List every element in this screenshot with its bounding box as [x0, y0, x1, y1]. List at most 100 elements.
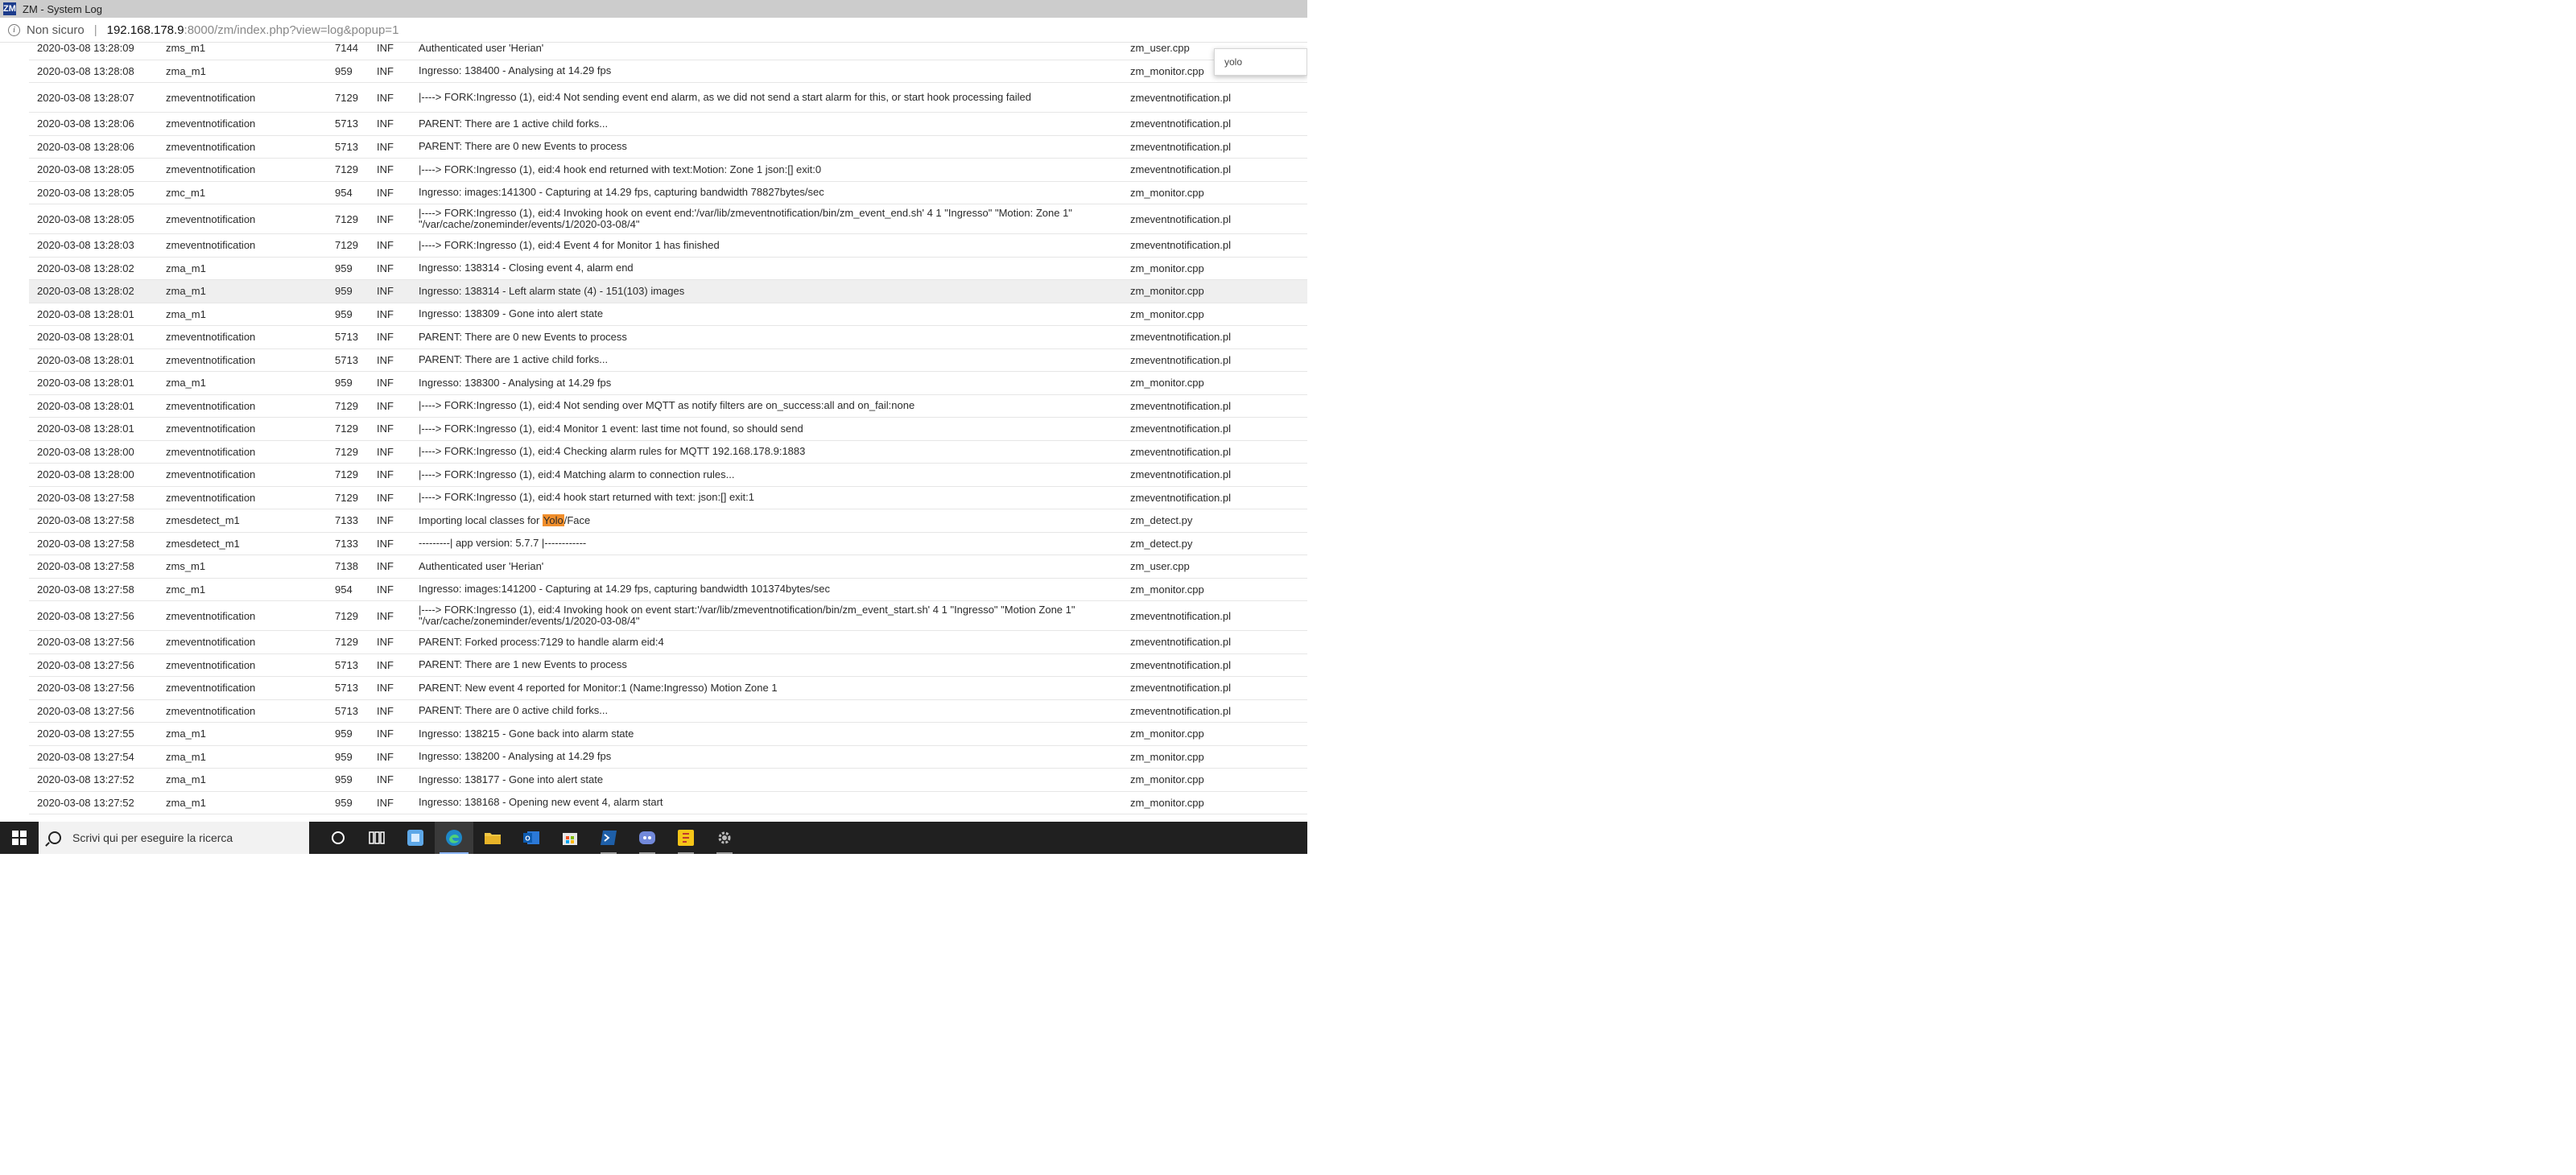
log-level: INF: [377, 750, 394, 763]
log-message: |----> FORK:Ingresso (1), eid:4 Invoking…: [419, 604, 1075, 627]
log-row[interactable]: 2020-03-08 13:28:00 zmeventnotification 71…: [29, 464, 1307, 487]
edge-browser-icon: [446, 830, 462, 846]
task-view-button[interactable]: [357, 822, 396, 854]
log-row[interactable]: 2020-03-08 13:27:58 zmeventnotification 71…: [29, 487, 1307, 509]
log-component: zms_m1: [166, 42, 206, 55]
log-row[interactable]: 2020-03-08 13:28:03 zmeventnotification 71…: [29, 234, 1307, 258]
log-pid: 7129: [335, 239, 358, 252]
log-row[interactable]: 2020-03-08 13:27:52zma_m1959INFIngresso:…: [29, 769, 1307, 792]
log-component: zmeventnotification: [166, 140, 256, 153]
open-app-indicator: [678, 852, 694, 854]
windows-start-button[interactable]: [0, 822, 39, 854]
log-row[interactable]: 2020-03-08 13:28:06 zmeventnotification 57…: [29, 113, 1307, 136]
log-row[interactable]: 2020-03-08 13:28:01 zmeventnotification 71…: [29, 418, 1307, 441]
log-row[interactable]: 2020-03-08 13:27:56 zmeventnotification 71…: [29, 631, 1307, 654]
log-row[interactable]: 2020-03-08 13:27:58 zmesdetect_m1 7133 INF -…: [29, 533, 1307, 555]
taskbar-file-explorer[interactable]: [473, 822, 512, 854]
log-level: INF: [377, 609, 394, 622]
log-date: 2020-03-08 13:28:09: [37, 42, 134, 55]
windows-start-icon: [12, 831, 27, 845]
log-row[interactable]: 2020-03-08 13:27:54 zma_m1 959 INF Ingresso:…: [29, 746, 1307, 769]
log-message: Importing local classes for Yolo/Face: [419, 513, 1119, 526]
log-row[interactable]: 2020-03-08 13:28:01 zmeventnotification 71…: [29, 395, 1307, 418]
log-row[interactable]: 2020-03-08 13:27:52zma_m1959INFIngresso:…: [29, 814, 1307, 818]
log-pid: 959: [335, 262, 353, 274]
log-pid: 959: [335, 750, 353, 763]
log-component: zmeventnotification: [166, 609, 256, 622]
taskbar-edge-browser[interactable]: [435, 822, 473, 854]
log-file: zmeventnotification.pl: [1130, 468, 1232, 481]
log-row[interactable]: 2020-03-08 13:28:01 zma_m1 959 INF Ingresso:…: [29, 303, 1307, 326]
log-row[interactable]: 2020-03-08 13:28:02 zma_m1 959 INF Ingresso:…: [29, 280, 1307, 303]
security-status[interactable]: Non sicuro: [27, 23, 85, 37]
taskbar-microsoft-store[interactable]: [551, 822, 589, 854]
log-date: 2020-03-08 13:28:02: [37, 285, 134, 298]
log-row[interactable]: 2020-03-08 13:27:56 zmeventnotification 57…: [29, 654, 1307, 677]
site-info-icon[interactable]: i: [8, 23, 20, 36]
log-pid: 954: [335, 186, 353, 199]
settings-gear-icon: [718, 831, 731, 844]
log-file: zm_monitor.cpp: [1130, 377, 1204, 390]
log-row[interactable]: 2020-03-08 13:28:09 zms_m1 7144 INF Authenti…: [29, 37, 1307, 60]
log-component: zmeventnotification: [166, 423, 256, 435]
search-placeholder[interactable]: Scrivi qui per eseguire la ricerca: [72, 831, 233, 844]
taskbar-settings[interactable]: [705, 822, 744, 854]
log-date: 2020-03-08 13:28:01: [37, 423, 134, 435]
log-date: 2020-03-08 13:28:02: [37, 262, 134, 274]
log-message: PARENT: There are 1 new Events to proces…: [419, 658, 627, 671]
taskbar-notes-app[interactable]: [667, 822, 705, 854]
log-component: zmeventnotification: [166, 353, 256, 366]
url-field[interactable]: 192.168.178.9:8000/zm/index.php?view=log…: [107, 23, 399, 37]
log-file: zmeventnotification.pl: [1130, 140, 1232, 153]
log-level: INF: [377, 514, 394, 527]
log-row[interactable]: 2020-03-08 13:27:52zma_m1959INFIngresso:…: [29, 792, 1307, 814]
log-file: zmeventnotification.pl: [1130, 91, 1232, 104]
log-date: 2020-03-08 13:28:01: [37, 331, 134, 344]
log-row[interactable]: 2020-03-08 13:28:05 zmc_m1 954 INF Ingresso:…: [29, 182, 1307, 204]
log-row[interactable]: 2020-03-08 13:27:56 zmeventnotification 71…: [29, 601, 1307, 631]
log-date: 2020-03-08 13:27:54: [37, 750, 134, 763]
log-row[interactable]: 2020-03-08 13:28:02 zma_m1 959 INF Ingresso:…: [29, 258, 1307, 280]
log-date: 2020-03-08 13:27:52: [37, 796, 134, 809]
log-row[interactable]: 2020-03-08 13:27:56 zmeventnotification 57…: [29, 700, 1307, 723]
log-level: INF: [377, 118, 394, 130]
log-row[interactable]: 2020-03-08 13:27:58 zmc_m1 954 INF Ingresso:…: [29, 579, 1307, 601]
log-row[interactable]: 2020-03-08 13:28:06 zmeventnotification 57…: [29, 136, 1307, 159]
taskbar-powershell[interactable]: [589, 822, 628, 854]
log-component: zmesdetect_m1: [166, 537, 240, 550]
log-level: INF: [377, 491, 394, 504]
log-pid: 7138: [335, 560, 358, 573]
log-row[interactable]: 2020-03-08 13:27:58 zms_m1 7138 INF Authenti…: [29, 555, 1307, 579]
log-file: zmeventnotification.pl: [1130, 118, 1232, 130]
log-file: zm_monitor.cpp: [1130, 307, 1204, 320]
log-message: PARENT: There are 1 active child forks..…: [419, 353, 609, 366]
log-row[interactable]: 2020-03-08 13:28:01 zmeventnotification 57…: [29, 326, 1307, 349]
log-row[interactable]: 2020-03-08 13:28:05 zmeventnotification 71…: [29, 204, 1307, 234]
log-row[interactable]: 2020-03-08 13:28:01 zmeventnotification 57…: [29, 349, 1307, 372]
log-row[interactable]: 2020-03-08 13:28:00 zmeventnotification 71…: [29, 441, 1307, 464]
taskbar-discord[interactable]: [628, 822, 667, 854]
log-row[interactable]: 2020-03-08 13:27:55 zma_m1 959 INF Ingresso:…: [29, 723, 1307, 746]
log-pid: 7129: [335, 468, 358, 481]
taskbar-outlook[interactable]: O: [512, 822, 551, 854]
log-row[interactable]: 2020-03-08 13:27:56 zmeventnotification 57…: [29, 677, 1307, 700]
taskbar-app-store-app[interactable]: [396, 822, 435, 854]
log-pid: 7129: [335, 491, 358, 504]
browser-screen: ZM ZM - System Log i Non sicuro | 192.16…: [0, 0, 1307, 854]
log-date: 2020-03-08 13:28:00: [37, 445, 134, 458]
log-row[interactable]: 2020-03-08 13:28:05 zmeventnotification 71…: [29, 159, 1307, 182]
find-in-page-box[interactable]: yolo: [1214, 48, 1307, 76]
log-row[interactable]: 2020-03-08 13:27:58 zmesdetect_m1 7133 INF I…: [29, 509, 1307, 533]
log-component: zma_m1: [166, 307, 206, 320]
log-row[interactable]: 2020-03-08 13:28:08 zma_m1 959 INF Ingresso:…: [29, 60, 1307, 83]
taskbar-search-box[interactable]: Scrivi qui per eseguire la ricerca: [39, 822, 309, 854]
log-message: PARENT: Forked process:7129 to handle al…: [419, 635, 664, 648]
file-explorer-icon: [485, 833, 501, 844]
log-row[interactable]: 2020-03-08 13:28:07 zmeventnotification 71…: [29, 83, 1307, 113]
log-row[interactable]: 2020-03-08 13:28:01 zma_m1 959 INF Ingresso:…: [29, 372, 1307, 395]
log-level: INF: [377, 399, 394, 412]
log-date: 2020-03-08 13:27:55: [37, 728, 134, 740]
cortana-button[interactable]: [319, 822, 357, 854]
find-query[interactable]: yolo: [1224, 56, 1242, 68]
log-file: zm_monitor.cpp: [1130, 728, 1204, 740]
